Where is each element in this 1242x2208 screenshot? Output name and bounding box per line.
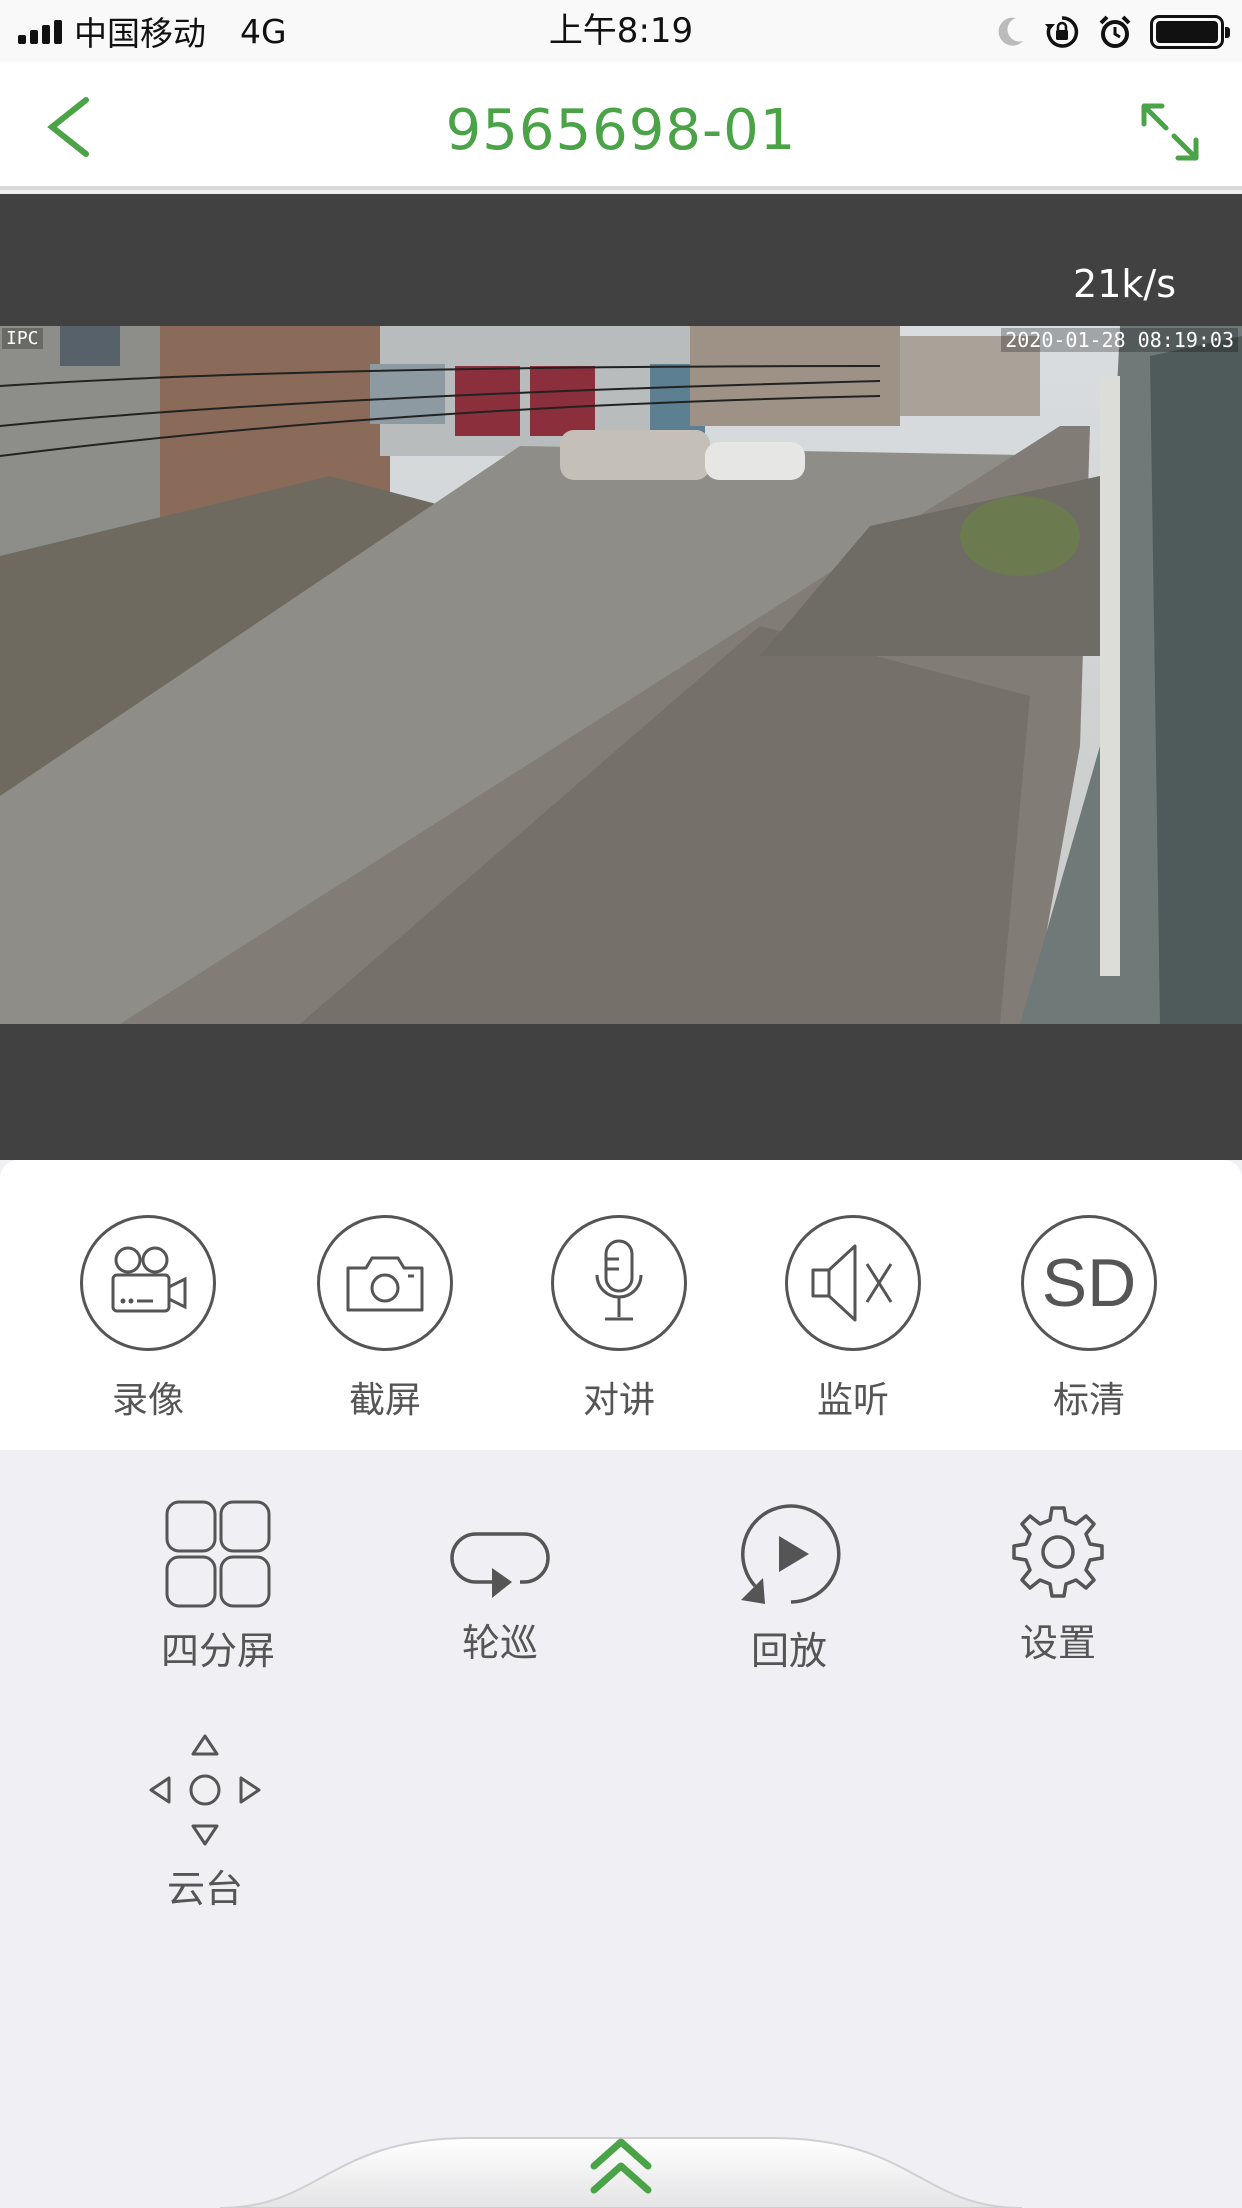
quad-screen-button[interactable]: 四分屏 [138, 1498, 298, 1675]
video-player[interactable]: 21k/s IPC 2020-01-28 08:19:03 [0, 194, 1242, 1160]
talk-label: 对讲 [582, 1380, 655, 1421]
settings-button[interactable]: 设置 [978, 1502, 1138, 1667]
expand-icon [1141, 103, 1199, 161]
ptz-direction-icon [149, 1734, 261, 1846]
video-camera-icon [111, 1246, 187, 1313]
playback-button[interactable]: 回放 [709, 1500, 869, 1675]
ptz-button[interactable]: 云台 [125, 1732, 285, 1913]
rotation-lock-icon [1045, 16, 1079, 48]
loop-patrol-icon [450, 1532, 550, 1598]
settings-label: 设置 [1019, 1621, 1096, 1665]
screenshot-label: 截屏 [348, 1380, 421, 1421]
quad-screen-label: 四分屏 [160, 1629, 275, 1673]
talk-button[interactable]: 对讲 [549, 1215, 689, 1423]
control-panel: 录像 截屏 对讲 监听 SD 标清 [0, 1160, 1242, 1450]
quad-screen-icon [165, 1500, 271, 1608]
playback-icon [741, 1504, 841, 1604]
record-label: 录像 [111, 1380, 184, 1421]
definition-label: 标清 [1052, 1380, 1125, 1421]
playback-label: 回放 [750, 1629, 827, 1673]
tool-panel: 四分屏 轮巡 回放 设置 云台 [0, 1450, 1242, 2208]
camera-feed-image [0, 326, 1242, 1024]
ptz-label: 云台 [166, 1867, 243, 1911]
page-title: 9565698-01 [445, 98, 797, 163]
moon-icon [998, 17, 1023, 46]
gear-icon [1012, 1506, 1104, 1598]
nav-bar: 9565698-01 [0, 62, 1242, 190]
osd-channel-label: IPC [2, 328, 43, 349]
listen-button[interactable]: 监听 [783, 1215, 923, 1423]
screenshot-button[interactable]: 截屏 [315, 1215, 455, 1423]
listen-label: 监听 [816, 1380, 889, 1421]
speaker-mute-icon [811, 1244, 893, 1322]
status-right [996, 12, 1230, 52]
expand-panel-button[interactable] [0, 2122, 1242, 2208]
live-video-frame[interactable]: IPC 2020-01-28 08:19:03 [0, 326, 1242, 1024]
status-bar: 中国移动 4G 上午8:19 [0, 0, 1242, 62]
sd-quality-icon: SD [1041, 1245, 1137, 1321]
camera-icon [346, 1256, 424, 1312]
microphone-icon [595, 1239, 643, 1321]
patrol-label: 轮巡 [461, 1621, 538, 1665]
osd-timestamp: 2020-01-28 08:19:03 [1001, 328, 1238, 352]
bitrate-indicator: 21k/s [1073, 262, 1176, 306]
double-chevron-up-icon [219, 2137, 1023, 2208]
patrol-button[interactable]: 轮巡 [420, 1518, 580, 1667]
definition-button[interactable]: SD 标清 [1019, 1215, 1159, 1423]
battery-icon [1150, 15, 1230, 49]
fullscreen-button[interactable] [1138, 100, 1202, 164]
record-button[interactable]: 录像 [78, 1215, 218, 1423]
alarm-clock-icon [1099, 15, 1131, 48]
